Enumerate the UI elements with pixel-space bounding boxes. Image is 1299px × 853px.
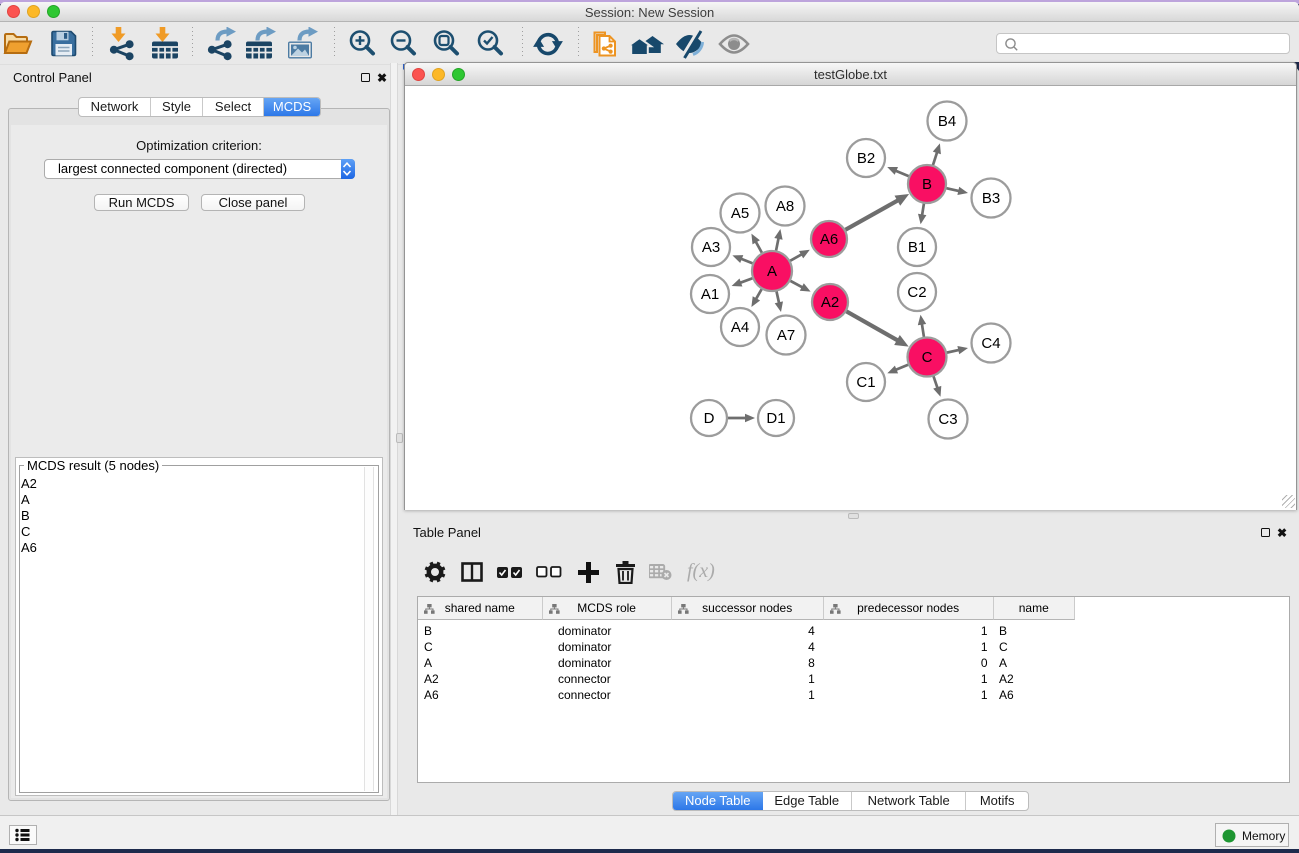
svg-text:A7: A7 bbox=[777, 327, 795, 344]
svg-text:A6: A6 bbox=[820, 231, 838, 248]
svg-text:B4: B4 bbox=[938, 113, 956, 130]
svg-text:B: B bbox=[922, 176, 932, 193]
svg-text:A3: A3 bbox=[702, 239, 720, 256]
svg-text:C3: C3 bbox=[938, 411, 957, 428]
svg-text:C: C bbox=[922, 349, 933, 366]
svg-text:A: A bbox=[767, 263, 777, 280]
svg-text:C1: C1 bbox=[856, 374, 875, 391]
svg-text:A8: A8 bbox=[776, 198, 794, 215]
svg-text:D1: D1 bbox=[766, 410, 785, 427]
svg-text:D: D bbox=[704, 410, 715, 427]
svg-text:A4: A4 bbox=[731, 319, 749, 336]
svg-text:A5: A5 bbox=[731, 205, 749, 222]
svg-text:A2: A2 bbox=[821, 294, 839, 311]
svg-text:A1: A1 bbox=[701, 286, 719, 303]
svg-text:C2: C2 bbox=[907, 284, 926, 301]
svg-text:B3: B3 bbox=[982, 190, 1000, 207]
svg-text:B2: B2 bbox=[857, 150, 875, 167]
svg-text:C4: C4 bbox=[981, 335, 1000, 352]
svg-text:B1: B1 bbox=[908, 239, 926, 256]
